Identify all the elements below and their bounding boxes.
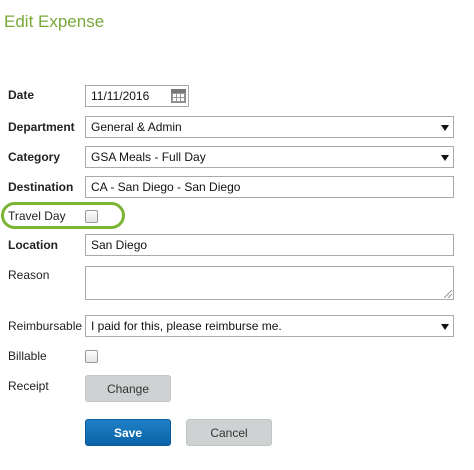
calendar-icon[interactable] xyxy=(171,89,186,103)
reason-textarea[interactable] xyxy=(85,266,454,300)
page-title: Edit Expense xyxy=(4,12,105,31)
cancel-button[interactable]: Cancel xyxy=(186,419,272,446)
department-label: Department xyxy=(8,120,75,134)
travel-day-checkbox[interactable] xyxy=(85,210,98,223)
location-input[interactable]: San Diego xyxy=(85,234,454,256)
department-value: General & Admin xyxy=(91,120,182,134)
destination-value: CA - San Diego - San Diego xyxy=(91,180,241,194)
change-receipt-button[interactable]: Change xyxy=(85,375,171,402)
date-value: 11/11/2016 xyxy=(91,89,150,103)
chevron-down-icon xyxy=(441,155,449,161)
travel-day-label: Travel Day xyxy=(8,209,66,223)
date-label: Date xyxy=(8,88,35,102)
reimbursable-value: I paid for this, please reimburse me. xyxy=(91,319,282,333)
destination-input[interactable]: CA - San Diego - San Diego xyxy=(85,176,454,198)
category-label: Category xyxy=(8,150,61,164)
resize-grip-icon[interactable] xyxy=(444,290,452,298)
billable-checkbox[interactable] xyxy=(85,350,98,363)
category-value: GSA Meals - Full Day xyxy=(91,150,206,164)
chevron-down-icon xyxy=(441,125,449,131)
receipt-label: Receipt xyxy=(8,379,49,393)
billable-label: Billable xyxy=(8,349,47,363)
department-select[interactable]: General & Admin xyxy=(85,116,454,138)
reimbursable-label: Reimbursable xyxy=(8,319,83,333)
location-value: San Diego xyxy=(91,238,148,252)
date-input[interactable]: 11/11/2016 xyxy=(85,85,189,107)
destination-label: Destination xyxy=(8,180,74,194)
reason-label: Reason xyxy=(8,268,50,282)
location-label: Location xyxy=(8,238,58,252)
save-button[interactable]: Save xyxy=(85,419,171,446)
category-select[interactable]: GSA Meals - Full Day xyxy=(85,146,454,168)
reimbursable-select[interactable]: I paid for this, please reimburse me. xyxy=(85,315,454,337)
chevron-down-icon xyxy=(441,324,449,330)
